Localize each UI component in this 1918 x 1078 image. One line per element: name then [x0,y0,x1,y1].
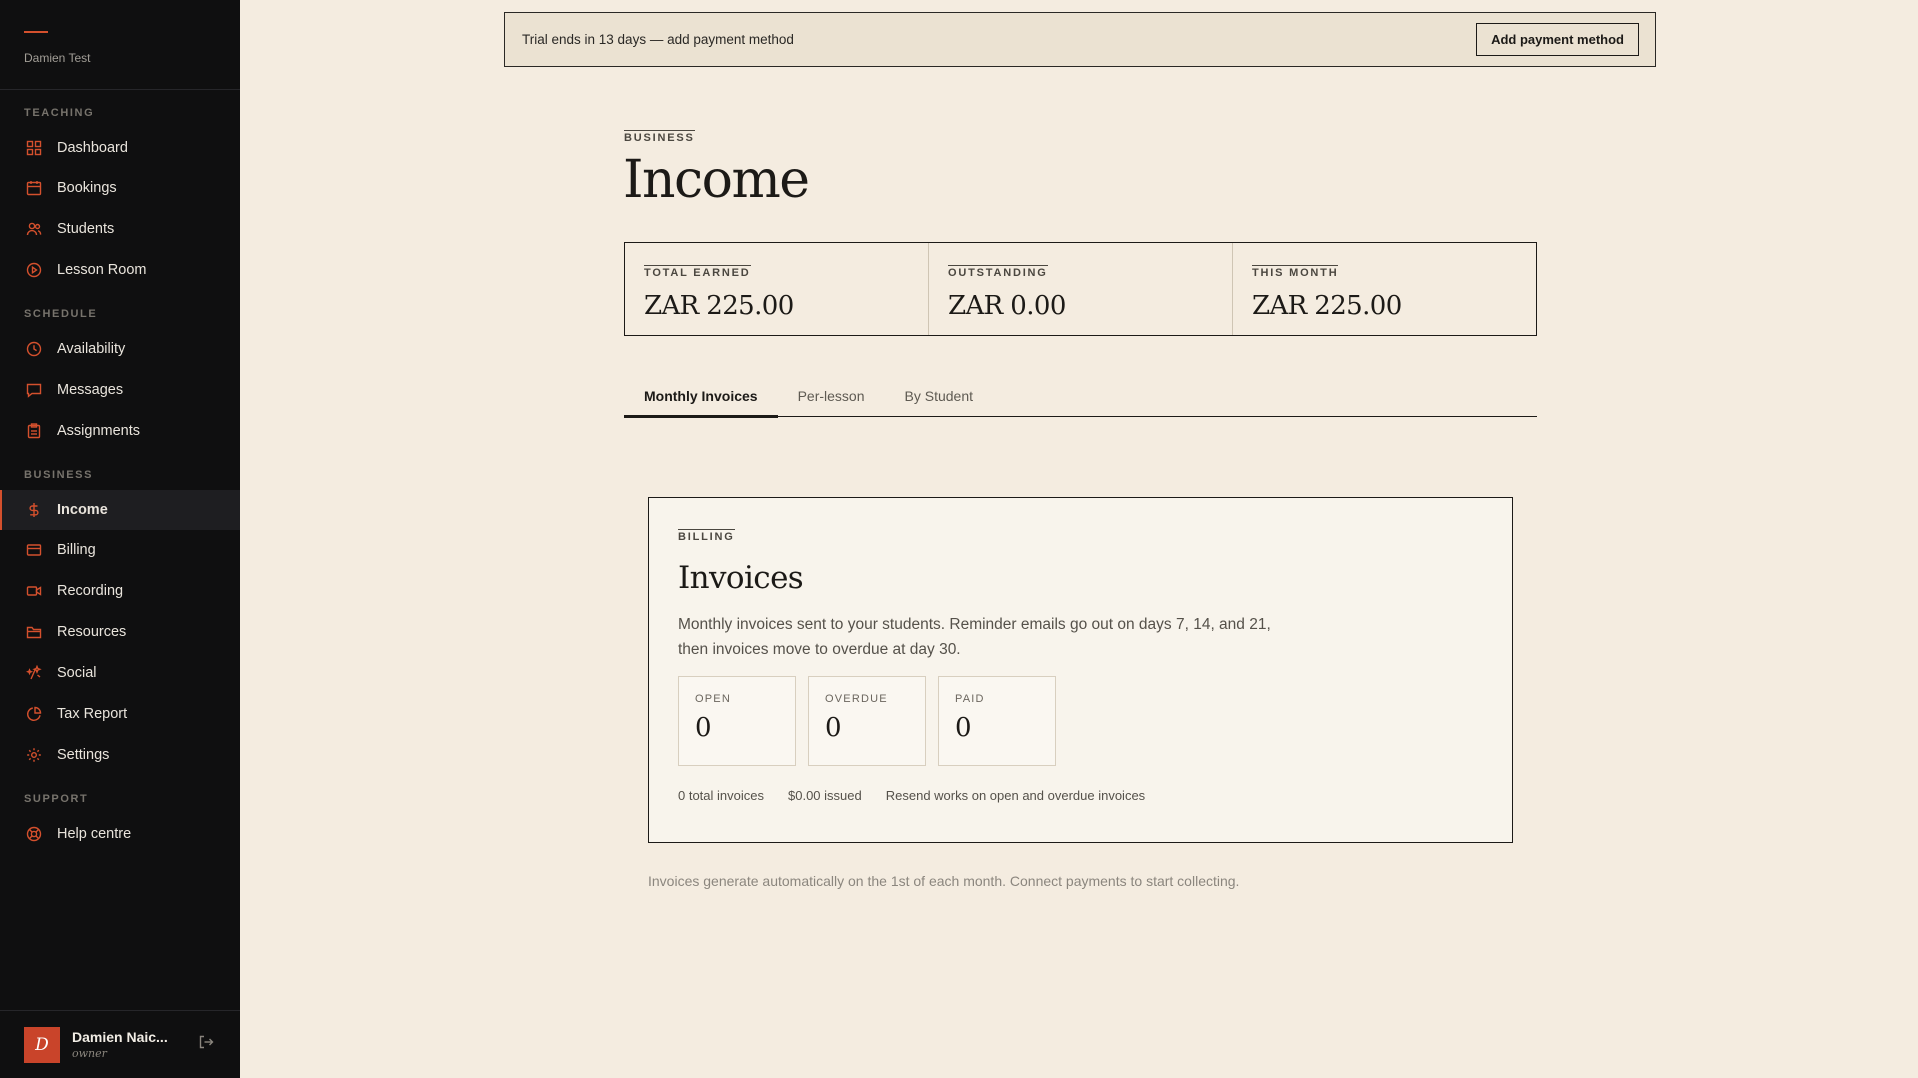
count-value: 0 [695,713,712,743]
count-open: OPEN 0 [678,676,796,766]
income-tabs: Monthly Invoices Per-lesson By Student [624,380,1537,418]
lifebuoy-icon [26,826,42,842]
stat-label: THIS MONTH [1252,265,1339,279]
stat-value: ZAR 0.00 [948,291,1066,321]
count-paid: PAID 0 [938,676,1056,766]
users-icon [26,221,42,237]
stat-value: ZAR 225.00 [1252,291,1402,321]
invoice-counts: OPEN 0 OVERDUE 0 PAID 0 [678,676,1484,766]
sidebar-item-label: Tax Report [57,706,128,722]
sidebar-item-label: Dashboard [57,140,128,156]
brand: Damien Test [0,0,240,90]
logout-icon [198,1034,214,1055]
sidebar-item-label: Availability [57,341,126,357]
nav-section-schedule: SCHEDULE [24,308,98,320]
sidebar-item-students[interactable]: Students [0,209,240,249]
sidebar-item-label: Messages [57,382,124,398]
credit-card-icon [26,542,42,558]
tab-per-lesson[interactable]: Per-lesson [778,380,885,416]
calendar-icon [26,180,42,196]
card-title: Invoices [678,560,804,596]
invoices-footnote: Invoices generate automatically on the 1… [648,873,1240,889]
sparkle-icon [26,665,42,681]
logout-button[interactable] [196,1035,216,1055]
dashboard-icon [26,140,42,156]
card-eyebrow: BILLING [678,529,735,543]
issued-amount: $0.00 issued [788,788,862,803]
trial-banner: Trial ends in 13 days — add payment meth… [504,12,1656,67]
card-description: Monthly invoices sent to your students. … [678,616,1271,658]
sidebar-item-label: Bookings [57,180,117,196]
sidebar: Damien Test TEACHING Dashboard Bookings … [0,0,240,1078]
tab-by-student[interactable]: By Student [885,380,994,416]
sidebar-item-dashboard[interactable]: Dashboard [0,128,240,168]
brand-mark [24,31,48,33]
play-circle-icon [26,262,42,278]
sidebar-item-lesson-room[interactable]: Lesson Room [0,250,240,290]
sidebar-item-label: Social [57,665,97,681]
sidebar-item-settings[interactable]: Settings [0,735,240,775]
nav-section-teaching: TEACHING [24,107,95,119]
sidebar-item-messages[interactable]: Messages [0,370,240,410]
user-card: D Damien Naic... owner [0,1010,240,1078]
user-role: owner [72,1047,107,1060]
count-label: OPEN [695,693,731,705]
sidebar-item-social[interactable]: Social [0,653,240,693]
sidebar-item-label: Settings [57,747,110,763]
sidebar-item-label: Students [57,221,115,237]
count-value: 0 [955,713,972,743]
sidebar-item-label: Help centre [57,826,132,842]
count-label: PAID [955,693,985,705]
pie-chart-icon [26,706,42,722]
page-eyebrow: BUSINESS [624,130,695,144]
sidebar-item-bookings[interactable]: Bookings [0,168,240,208]
income-stats: TOTAL EARNED ZAR 225.00 OUTSTANDING ZAR … [624,242,1537,336]
nav-section-business: BUSINESS [24,469,94,481]
sidebar-item-recording[interactable]: Recording [0,571,240,611]
sidebar-item-billing[interactable]: Billing [0,530,240,570]
stat-label: OUTSTANDING [948,265,1048,279]
count-value: 0 [825,713,842,743]
page-title: Income [623,150,810,210]
stat-total-earned: TOTAL EARNED ZAR 225.00 [625,243,929,335]
stat-outstanding: OUTSTANDING ZAR 0.00 [929,243,1233,335]
gear-icon [26,747,42,763]
sidebar-item-label: Lesson Room [57,262,147,278]
card-meta: 0 total invoices $0.00 issued Resend wor… [678,788,1484,803]
stat-value: ZAR 225.00 [644,291,794,321]
clock-icon [26,341,42,357]
count-label: OVERDUE [825,693,888,705]
message-icon [26,382,42,398]
folder-icon [26,624,42,640]
sidebar-item-resources[interactable]: Resources [0,612,240,652]
user-name: Damien Naic... [72,1029,168,1045]
tab-monthly-invoices[interactable]: Monthly Invoices [624,380,778,418]
avatar[interactable]: D [24,1026,60,1063]
sidebar-item-availability[interactable]: Availability [0,329,240,369]
sidebar-item-label: Income [57,502,108,518]
invoices-card: BILLING Invoices Monthly invoices sent t… [648,497,1513,843]
trial-banner-text: Trial ends in 13 days — add payment meth… [522,32,794,47]
video-icon [26,583,42,599]
total-invoices: 0 total invoices [678,788,764,803]
sidebar-item-label: Resources [57,624,127,640]
nav-section-support: SUPPORT [24,793,89,805]
sidebar-item-assignments[interactable]: Assignments [0,411,240,451]
user-meta: Damien Naic... owner [72,1029,182,1060]
add-payment-method-button[interactable]: Add payment method [1476,23,1639,56]
sidebar-item-income[interactable]: Income [0,490,240,530]
sidebar-item-tax-report[interactable]: Tax Report [0,694,240,734]
brand-name: Damien Test [24,51,91,65]
resend-note: Resend works on open and overdue invoice… [885,788,1146,803]
sidebar-item-label: Assignments [57,423,141,439]
stat-this-month: THIS MONTH ZAR 225.00 [1233,243,1536,335]
sidebar-item-label: Billing [57,542,96,558]
sidebar-item-help-centre[interactable]: Help centre [0,814,240,854]
stat-label: TOTAL EARNED [644,265,751,279]
sidebar-item-label: Recording [57,583,124,599]
count-overdue: OVERDUE 0 [808,676,926,766]
clipboard-icon [26,423,42,439]
dollar-icon [26,502,42,518]
